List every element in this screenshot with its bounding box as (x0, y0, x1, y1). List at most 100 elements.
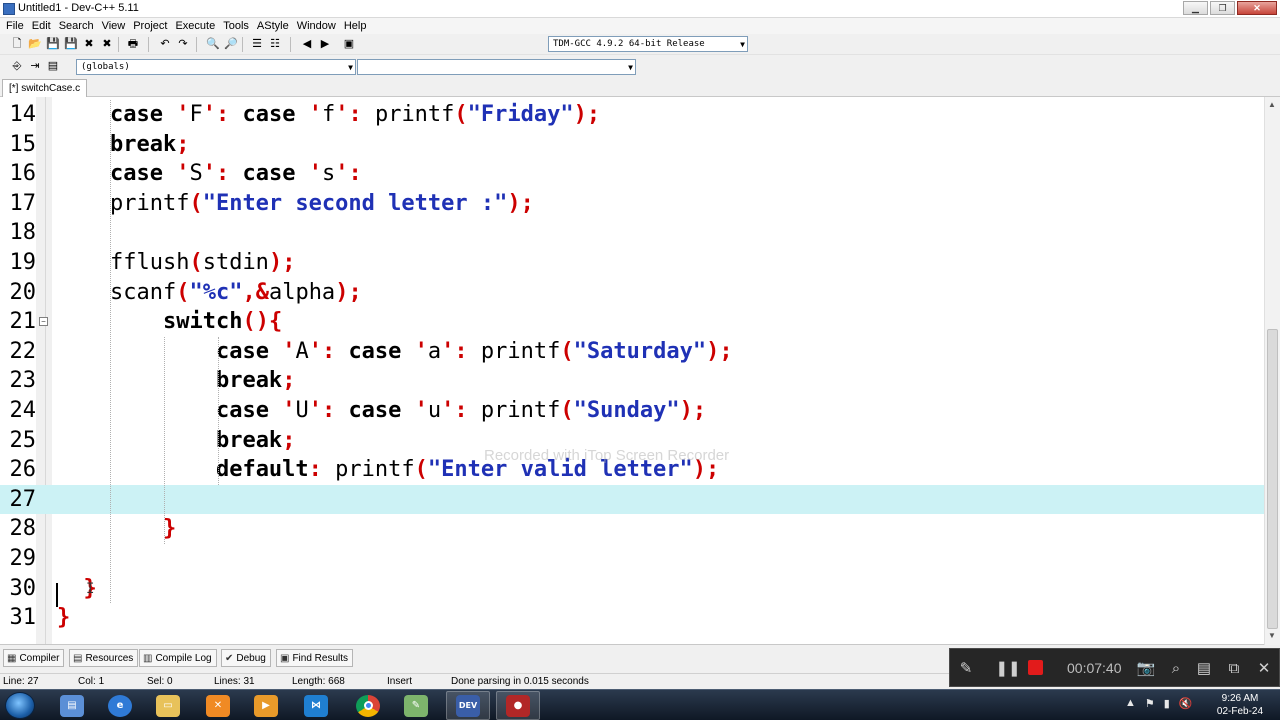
taskbar-media[interactable]: ▶ (244, 691, 288, 720)
media-player-icon: ▶ (254, 694, 278, 717)
volume-icon[interactable]: 🔇 (1179, 697, 1193, 710)
tray-expand-icon[interactable]: ▲ (1125, 697, 1136, 710)
insert-icon[interactable]: ⎆ (10, 59, 24, 73)
code-line[interactable]: 21 switch(){ (0, 307, 1264, 337)
taskbar-paint[interactable]: ✎ (394, 691, 438, 720)
chevron-down-icon: ▼ (348, 63, 353, 72)
message-icon[interactable]: ▤ (1194, 658, 1214, 678)
code-line[interactable]: 17 printf("Enter second letter :"); (0, 189, 1264, 219)
scope-select[interactable]: (globals) ▼ (76, 59, 356, 75)
code-text: printf("Enter second letter :"); (57, 190, 534, 216)
close-recorder-icon[interactable]: ✕ (1254, 658, 1274, 678)
goto-back-icon[interactable]: ◀ (300, 37, 314, 51)
goto-icon[interactable]: ⇥ (28, 59, 42, 73)
line-number: 19 (9, 250, 37, 275)
undo-icon[interactable]: ↶ (158, 37, 172, 51)
code-line[interactable]: 31} (0, 603, 1264, 633)
zoom-icon[interactable]: ⌕ (1166, 658, 1186, 678)
menu-window[interactable]: Window (293, 18, 340, 34)
code-line[interactable]: 24 case 'U': case 'u': printf("Sunday"); (0, 396, 1264, 426)
code-line[interactable]: 22 case 'A': case 'a': printf("Saturday"… (0, 337, 1264, 367)
goto-forward-icon[interactable]: ▶ (318, 37, 332, 51)
stop-icon[interactable] (1028, 660, 1043, 675)
camera-icon[interactable]: 📷 (1136, 658, 1156, 678)
code-line[interactable]: 18 (0, 218, 1264, 248)
redo-icon[interactable]: ↷ (176, 37, 190, 51)
save-icon[interactable]: 💾 (46, 37, 60, 51)
menu-execute[interactable]: Execute (171, 18, 219, 34)
taskbar-xampp[interactable]: ✕ (196, 691, 240, 720)
class-toolbar: ⎆ ⇥ ▤ (globals) ▼ ▼ (0, 56, 1280, 78)
restore-icon[interactable]: ❐ (1210, 1, 1235, 15)
chevron-down-icon: ▼ (628, 63, 633, 72)
flag-icon[interactable]: ⚑ (1145, 697, 1155, 710)
menu-file[interactable]: File (2, 18, 28, 34)
window-title: Untitled1 - Dev-C++ 5.11 (18, 2, 139, 14)
new-file-icon[interactable]: 🗋 (10, 37, 24, 51)
tab-switchcase[interactable]: [*] switchCase.c (2, 79, 88, 97)
replace-icon[interactable]: 🔎 (224, 37, 238, 51)
folder-icon: ▭ (156, 694, 180, 717)
tab-find-results[interactable]: ▣ Find Results (276, 649, 354, 667)
member-select[interactable]: ▼ (357, 59, 636, 75)
indent-guide (218, 336, 219, 485)
find-icon[interactable]: 🔍 (206, 37, 220, 51)
pen-icon[interactable]: ✎ (956, 658, 976, 678)
close-all-icon[interactable]: ✖ (100, 37, 114, 51)
scroll-up-icon[interactable]: ▲ (1268, 100, 1276, 109)
scroll-thumb[interactable] (1267, 329, 1278, 629)
code-line[interactable]: 15 break; (0, 130, 1264, 160)
compiler-icon: ▦ (7, 652, 17, 664)
start-button[interactable] (5, 692, 35, 719)
edit-icon[interactable]: ⧉ (1224, 658, 1244, 678)
menu-astyle[interactable]: AStyle (253, 18, 293, 34)
compiler-select[interactable]: TDM-GCC 4.9.2 64-bit Release ▼ (548, 36, 748, 52)
pause-icon[interactable]: ❚❚ (995, 658, 1020, 678)
print-icon[interactable]: 🖶 (126, 37, 140, 51)
menu-project[interactable]: Project (129, 18, 171, 34)
fold-minus-icon[interactable]: − (39, 317, 48, 327)
line-number: 31 (9, 605, 37, 631)
code-line[interactable]: 30 } (0, 574, 1264, 604)
vertical-scrollbar[interactable]: ▲ ▼ (1264, 97, 1280, 645)
bookmark-icon[interactable]: ▣ (342, 37, 356, 51)
code-line[interactable]: 29 (0, 544, 1264, 574)
taskbar-recorder[interactable]: ● (496, 691, 540, 720)
close-file-icon[interactable]: ✖ (82, 37, 96, 51)
code-line[interactable]: 20 scanf("%c",&alpha); (0, 278, 1264, 308)
chevron-down-icon: ▼ (740, 40, 745, 49)
menu-help[interactable]: Help (340, 18, 371, 34)
tab-compile-log[interactable]: ▥ Compile Log (139, 649, 217, 667)
menu-view[interactable]: View (98, 18, 130, 34)
code-line[interactable]: 27 (0, 484, 1264, 515)
taskbar-clock[interactable]: 9:26 AM 02-Feb-24 (1208, 692, 1272, 718)
open-file-icon[interactable]: 📂 (28, 37, 42, 51)
tab-resources[interactable]: ▤ Resources (69, 649, 139, 667)
tab-compiler[interactable]: ▦ Compiler (3, 649, 65, 667)
code-editor[interactable]: 14 case 'F': case 'f': printf("Friday");… (0, 97, 1280, 645)
scroll-down-icon[interactable]: ▼ (1268, 631, 1276, 640)
close-icon[interactable]: ✕ (1237, 1, 1277, 15)
minimize-icon[interactable]: ▁ (1183, 1, 1208, 15)
taskbar-folder[interactable]: ▭ (146, 691, 190, 720)
menu-edit[interactable]: Edit (28, 18, 55, 34)
tab-debug[interactable]: ✔ Debug (221, 649, 271, 667)
code-line[interactable]: 14 case 'F': case 'f': printf("Friday"); (0, 100, 1264, 130)
toggle-bookmark-icon[interactable]: ▤ (46, 59, 60, 73)
code-line[interactable]: 16 case 'S': case 's': (0, 159, 1264, 189)
code-line[interactable]: 23 break; (0, 366, 1264, 396)
taskbar-ie[interactable]: e (98, 691, 142, 720)
taskbar-chrome[interactable] (346, 691, 390, 720)
code-text: case 'A': case 'a': printf("Saturday"); (215, 338, 733, 364)
code-line[interactable]: 19 fflush(stdin); (0, 248, 1264, 278)
taskbar-devcpp[interactable]: DEV (446, 691, 490, 720)
code-line[interactable]: 28 } (0, 514, 1264, 544)
indent-icon[interactable]: ☰ (250, 37, 264, 51)
menu-search[interactable]: Search (55, 18, 98, 34)
network-icon[interactable]: ▮ (1164, 697, 1170, 710)
taskbar-vscode[interactable]: ⋈ (294, 691, 338, 720)
unindent-icon[interactable]: ☷ (268, 37, 282, 51)
menu-tools[interactable]: Tools (219, 18, 253, 34)
save-all-icon[interactable]: 💾 (64, 37, 78, 51)
taskbar-explorer[interactable]: ▤ (50, 691, 94, 720)
